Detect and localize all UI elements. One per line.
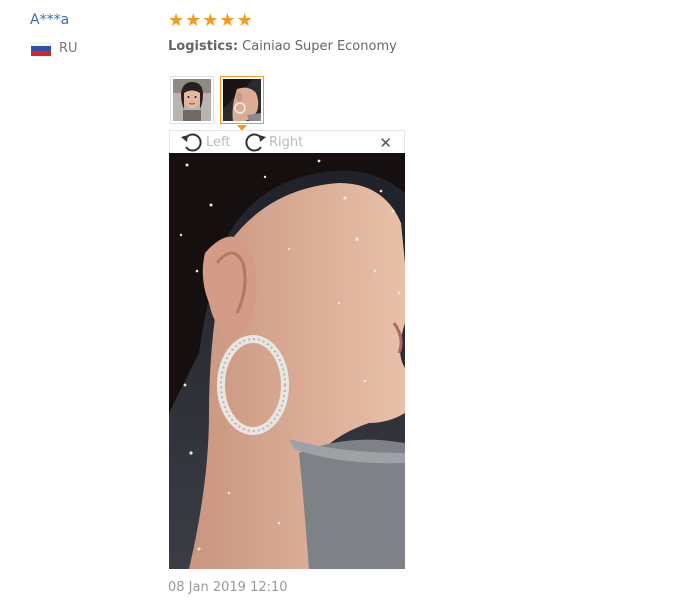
reviewer-country: RU xyxy=(31,41,78,56)
reviewer-name: A***a xyxy=(30,12,70,28)
star-icon: ★ xyxy=(236,10,253,31)
review-date: 08 Jan 2019 12:10 xyxy=(168,580,288,595)
russia-flag-icon xyxy=(31,41,51,56)
enlarged-review-photo xyxy=(169,153,405,569)
logistics-label: Logistics: xyxy=(168,39,239,54)
thumbnail-image xyxy=(173,79,211,121)
photo-thumbnails xyxy=(170,76,264,131)
country-code: RU xyxy=(59,41,78,56)
thumbnail-image xyxy=(223,79,261,121)
photo-viewer-toolbar: Left Right ✕ xyxy=(169,130,405,153)
star-icon: ★ xyxy=(168,10,185,31)
rotate-right-icon xyxy=(245,133,266,152)
rotate-left-button[interactable]: Left xyxy=(180,132,230,152)
star-icon: ★ xyxy=(219,10,236,31)
photo-thumbnail-2[interactable] xyxy=(220,76,264,131)
logistics-value: Cainiao Super Economy xyxy=(242,39,397,54)
rotate-left-icon xyxy=(181,133,202,152)
logistics-info: Logistics: Cainiao Super Economy xyxy=(168,39,397,54)
rotate-left-label: Left xyxy=(206,134,231,150)
rating-stars: ★ ★ ★ ★ ★ xyxy=(168,11,253,31)
star-icon: ★ xyxy=(202,10,219,31)
star-icon: ★ xyxy=(185,10,202,31)
photo-thumbnail-1[interactable] xyxy=(170,76,214,124)
rotate-right-label: Right xyxy=(269,134,304,150)
close-icon[interactable]: ✕ xyxy=(379,134,392,152)
rotate-right-button[interactable]: Right xyxy=(243,132,303,152)
